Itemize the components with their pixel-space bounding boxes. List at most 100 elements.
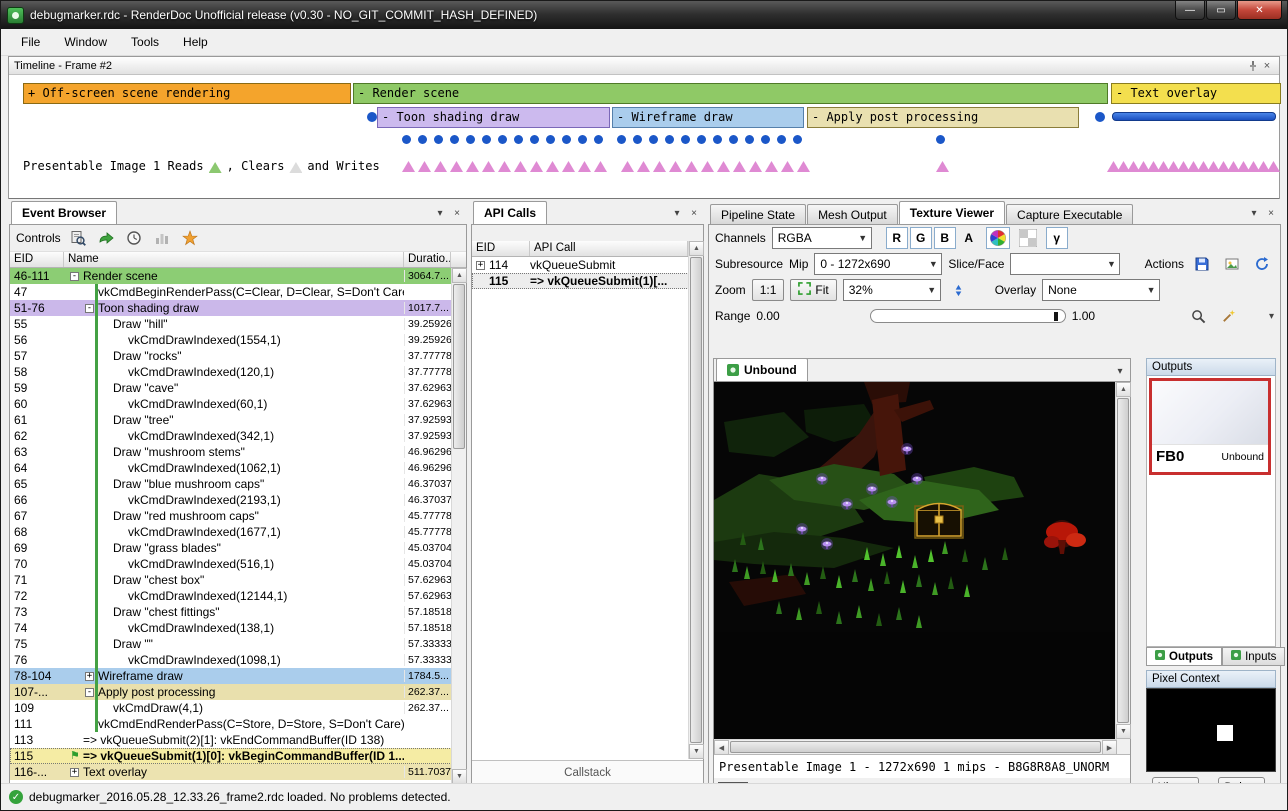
timeline-event-dot[interactable] (434, 135, 443, 144)
timeline-event-dot[interactable] (466, 135, 475, 144)
event-row[interactable]: 69Draw "grass blades"45.03704 (10, 540, 466, 556)
menu-item-help[interactable]: Help (171, 31, 220, 53)
write-triangle-icon[interactable] (685, 161, 698, 172)
write-triangle-icon[interactable] (781, 161, 794, 172)
tab-mesh-output[interactable]: Mesh Output (807, 204, 898, 224)
timeline-activity-pill[interactable] (1112, 112, 1276, 121)
close-icon[interactable]: × (687, 206, 701, 220)
event-row[interactable]: 58vkCmdDrawIndexed(120,1)37.77778 (10, 364, 466, 380)
write-triangle-icon[interactable] (749, 161, 762, 172)
event-row[interactable]: 76vkCmdDrawIndexed(1098,1)57.33333 (10, 652, 466, 668)
api-call-row[interactable]: 115=> vkQueueSubmit(1)[... (472, 273, 703, 289)
maximize-button[interactable]: ▭ (1206, 1, 1236, 20)
scrollbar-thumb[interactable] (453, 284, 465, 449)
write-triangle-icon[interactable] (450, 161, 463, 172)
event-row[interactable]: 55Draw "hill"39.25926 (10, 316, 466, 332)
timeline-event-dot[interactable] (936, 135, 945, 144)
write-triangle-icon[interactable] (621, 161, 634, 172)
timeline-marker-bar[interactable]: - Render scene (353, 83, 1108, 104)
save-icon[interactable] (1190, 253, 1214, 275)
scroll-right-icon[interactable]: ▶ (1102, 740, 1117, 755)
write-triangle-icon[interactable] (594, 161, 607, 172)
write-triangle-icon[interactable] (669, 161, 682, 172)
timeline-event-dot[interactable] (450, 135, 459, 144)
range-slider-handle[interactable] (1054, 312, 1058, 321)
timeline-event-dot[interactable] (514, 135, 523, 144)
write-triangle-icon[interactable] (434, 161, 447, 172)
time-durations-icon[interactable] (123, 228, 145, 248)
chevron-down-icon[interactable]: ▾ (670, 206, 684, 220)
write-triangle-icon[interactable] (530, 161, 543, 172)
scroll-down-icon[interactable]: ▼ (1116, 724, 1131, 739)
timeline-event-dot[interactable] (745, 135, 754, 144)
write-triangle-icon[interactable] (1267, 161, 1280, 172)
timeline-event-dot[interactable] (367, 112, 377, 122)
bookmark-icon[interactable] (179, 228, 201, 248)
timeline-event-dot[interactable] (633, 135, 642, 144)
channels-select[interactable]: RGBA▼ (772, 227, 872, 249)
event-row[interactable]: 61Draw "tree"37.92593 (10, 412, 466, 428)
timeline-event-dot[interactable] (729, 135, 738, 144)
scrollbar-thumb[interactable] (690, 257, 702, 743)
timeline-event-dot[interactable] (665, 135, 674, 144)
fb0-thumbnail[interactable]: FB0 Unbound (1149, 378, 1271, 475)
menu-item-tools[interactable]: Tools (119, 31, 171, 53)
autofit-wand-icon[interactable] (1216, 305, 1240, 327)
collapse-icon[interactable]: - (85, 304, 94, 313)
minimize-button[interactable]: — (1175, 1, 1205, 20)
chevron-down-icon[interactable]: ▾ (433, 206, 447, 220)
expand-icon[interactable]: + (70, 768, 79, 777)
timeline-event-dot[interactable] (578, 135, 587, 144)
overflow-chevron-icon[interactable]: ▾ (1246, 311, 1274, 322)
scroll-down-icon[interactable]: ▼ (689, 744, 704, 759)
write-triangle-icon[interactable] (498, 161, 511, 172)
event-row[interactable]: 68vkCmdDrawIndexed(1677,1)45.77778 (10, 524, 466, 540)
event-row[interactable]: 109vkCmdDraw(4,1)262.37... (10, 700, 466, 716)
write-triangle-icon[interactable] (701, 161, 714, 172)
write-triangle-icon[interactable] (765, 161, 778, 172)
collapse-icon[interactable]: - (85, 688, 94, 697)
write-triangle-icon[interactable] (578, 161, 591, 172)
expand-icon[interactable]: + (85, 672, 94, 681)
timeline-event-dot[interactable] (793, 135, 802, 144)
event-row[interactable]: 113=> vkQueueSubmit(2)[1]: vkEndCommandB… (10, 732, 466, 748)
scrollbar-thumb[interactable] (1117, 398, 1129, 723)
write-triangle-icon[interactable] (936, 161, 949, 172)
scroll-up-icon[interactable]: ▲ (452, 268, 467, 283)
timeline-header[interactable]: Timeline - Frame #2 × (9, 57, 1279, 75)
texture-display[interactable] (714, 382, 1117, 739)
timeline-event-dot[interactable] (482, 135, 491, 144)
api-call-row[interactable]: +114vkQueueSubmit (472, 257, 703, 273)
event-row[interactable]: 47vkCmdBeginRenderPass(C=Clear, D=Clear,… (10, 284, 466, 300)
expand-icon[interactable]: + (476, 261, 485, 270)
event-row[interactable]: 71Draw "chest box"57.62963 (10, 572, 466, 588)
chevron-down-icon[interactable]: ▾ (1247, 206, 1261, 220)
event-row[interactable]: 107-...-Apply post processing262.37... (10, 684, 466, 700)
write-triangle-icon[interactable] (482, 161, 495, 172)
timeline-event-dot[interactable] (418, 135, 427, 144)
texture-hscrollbar[interactable]: ◀ ▶ (714, 739, 1117, 754)
timeline-event-dot[interactable] (697, 135, 706, 144)
event-row[interactable]: 111vkCmdEndRenderPass(C=Store, D=Store, … (10, 716, 466, 732)
timeline-event-dot[interactable] (530, 135, 539, 144)
channel-button-a[interactable]: A (958, 227, 980, 249)
event-row[interactable]: 46-111-Render scene3064.7... (10, 268, 466, 284)
timeline-event-dot[interactable] (761, 135, 770, 144)
timeline-marker-bar[interactable]: - Text overlay (1111, 83, 1281, 104)
write-triangle-icon[interactable] (402, 161, 415, 172)
timeline-event-dot[interactable] (546, 135, 555, 144)
timeline-marker-bar[interactable]: - Apply post processing (807, 107, 1079, 128)
event-row[interactable]: 64vkCmdDrawIndexed(1062,1)46.96296 (10, 460, 466, 476)
event-row[interactable]: 70vkCmdDrawIndexed(516,1)45.03704 (10, 556, 466, 572)
scrollbar-thumb[interactable] (730, 741, 1101, 753)
write-triangle-icon[interactable] (717, 161, 730, 172)
tab-texture-unbound[interactable]: Unbound (716, 358, 808, 381)
overlay-select[interactable]: None▼ (1042, 279, 1160, 301)
column-header-duratio[interactable]: Duratio... (404, 252, 451, 267)
timeline-event-dot[interactable] (681, 135, 690, 144)
timeline-event-dot[interactable] (1095, 112, 1105, 122)
scroll-up-icon[interactable]: ▲ (689, 241, 704, 256)
color-wheel-icon[interactable] (986, 227, 1010, 249)
tab-inputs[interactable]: Inputs (1222, 647, 1285, 666)
event-row[interactable]: 67Draw "red mushroom caps"45.77778 (10, 508, 466, 524)
